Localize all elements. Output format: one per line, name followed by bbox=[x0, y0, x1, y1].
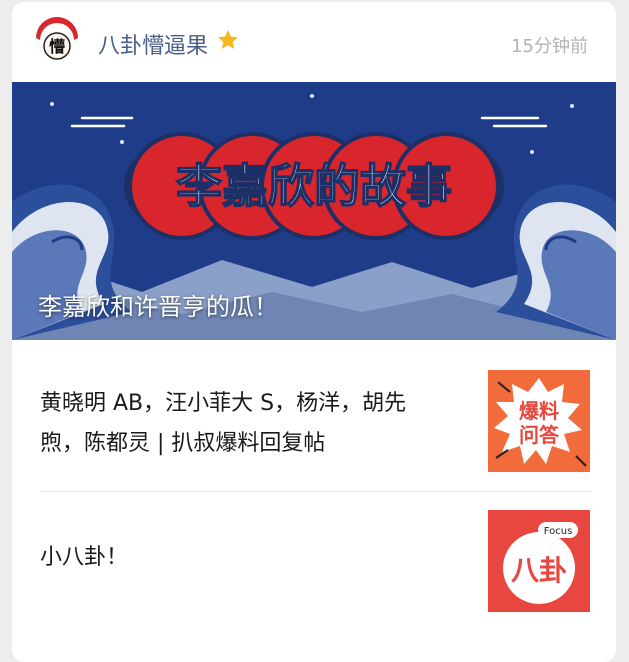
thumbnail-label-bottom: 问答 bbox=[519, 423, 560, 447]
article-card[interactable]: 懵 八卦懵逼果 15分钟前 李嘉欣的故事 李嘉欣和许晋亨的瓜！ 黄晓明 AB，汪… bbox=[12, 2, 616, 662]
account-name[interactable]: 八卦懵逼果 bbox=[98, 28, 208, 60]
account-avatar[interactable]: 懵 bbox=[32, 16, 82, 66]
thumbnail-label-top: 爆料 bbox=[519, 399, 559, 423]
banner-caption[interactable]: 李嘉欣和许晋亨的瓜！ bbox=[38, 287, 278, 322]
article-title-line: 煦，陈都灵 | 扒叔爆料回复帖 bbox=[40, 431, 326, 456]
banner-image[interactable]: 李嘉欣的故事 李嘉欣和许晋亨的瓜！ bbox=[12, 82, 616, 340]
article-item[interactable]: 小八卦！ Focus 八卦 bbox=[12, 492, 616, 642]
thumbnail-graphic: Focus 八卦 bbox=[488, 510, 590, 612]
post-time: 15分钟前 bbox=[511, 36, 588, 57]
article-title[interactable]: 小八卦！ bbox=[40, 538, 128, 578]
avatar-glyph: 懵 bbox=[49, 37, 65, 56]
avatar-logo-icon: 懵 bbox=[32, 16, 82, 66]
thumbnail-graphic: 爆料 问答 bbox=[488, 370, 590, 472]
article-thumbnail[interactable]: Focus 八卦 bbox=[488, 510, 590, 612]
article-title[interactable]: 黄晓明 AB，汪小菲大 S，杨洋，胡先 煦，陈都灵 | 扒叔爆料回复帖 bbox=[40, 384, 406, 464]
article-item[interactable]: 黄晓明 AB，汪小菲大 S，杨洋，胡先 煦，陈都灵 | 扒叔爆料回复帖 爆料 问… bbox=[12, 340, 616, 491]
card-header: 懵 八卦懵逼果 15分钟前 bbox=[12, 2, 616, 82]
article-thumbnail[interactable]: 爆料 问答 bbox=[488, 370, 590, 472]
thumbnail-label: 八卦 bbox=[511, 554, 567, 587]
article-title-line: 黄晓明 AB，汪小菲大 S，杨洋，胡先 bbox=[40, 391, 407, 416]
thumbnail-tag: Focus bbox=[544, 526, 573, 537]
star-icon bbox=[218, 30, 238, 49]
banner-headline: 李嘉欣的故事 bbox=[176, 159, 452, 213]
